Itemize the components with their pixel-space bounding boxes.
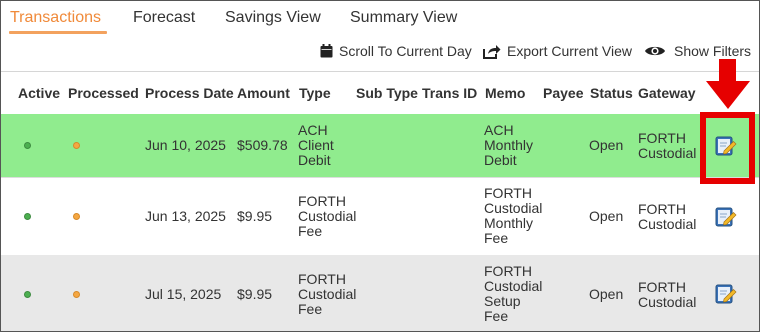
gateway-line: FORTH [638,201,686,217]
export-current-view-button[interactable]: Export Current View [483,43,632,59]
gateway-cell: FORTH Custodial [638,202,696,232]
memo-line: Fee [484,230,509,246]
tab-savings-view[interactable]: Savings View [225,9,321,27]
column-header-payee[interactable]: Payee [543,85,583,101]
process-date-cell: Jun 10, 2025 [145,137,226,153]
calendar-icon [320,44,333,58]
gateway-cell: FORTH Custodial [638,131,696,161]
type-line: Fee [298,301,323,317]
annotation-arrow-icon [706,59,750,114]
column-header-amount[interactable]: Amount [237,85,290,101]
memo-line: FORTH [484,263,532,279]
status-cell: Open [589,286,624,302]
tab-summary-view[interactable]: Summary View [350,9,457,27]
column-header-process-date[interactable]: Process Date [145,85,234,101]
edit-icon[interactable] [715,206,737,228]
column-header-active[interactable]: Active [18,85,60,101]
row-divider [1,177,759,178]
memo-line: FORTH [484,185,532,201]
status-cell: Open [589,137,624,153]
scroll-to-current-day-button[interactable]: Scroll To Current Day [320,43,472,59]
column-header-trans-id[interactable]: Trans ID [422,85,477,101]
processed-status-dot [73,291,80,298]
memo-line: Monthly [484,215,534,231]
type-line: Custodial [298,286,357,302]
type-line: Debit [298,152,331,168]
memo-line: ACH [484,122,514,138]
active-status-dot [24,213,31,220]
type-line: Client [298,137,334,153]
type-cell: ACH Client Debit [298,123,334,168]
memo-line: Custodial [484,200,543,216]
memo-line: Debit [484,152,517,168]
column-header-gateway[interactable]: Gateway [638,85,696,101]
memo-line: Custodial [484,278,543,294]
memo-line: Monthly [484,137,534,153]
amount-cell: $509.78 [237,137,288,153]
type-line: FORTH [298,271,346,287]
type-line: ACH [298,122,328,138]
column-header-sub-type[interactable]: Sub Type [356,85,418,101]
app-frame: Transactions Forecast Savings View Summa… [0,0,760,332]
memo-cell: ACH Monthly Debit [484,123,533,168]
active-tab-indicator [9,31,107,34]
processed-status-dot [73,142,80,149]
edit-icon[interactable] [715,283,737,305]
type-line: Custodial [298,208,357,224]
tab-bar: Transactions Forecast Savings View Summa… [1,1,759,37]
memo-cell: FORTH Custodial Setup Fee [484,264,542,324]
memo-line: Setup [484,293,521,309]
process-date-cell: Jul 15, 2025 [145,286,222,302]
annotation-highlight-box [700,112,755,184]
active-status-dot [24,142,31,149]
show-filters-button[interactable]: Show Filters [644,43,751,59]
column-header-processed[interactable]: Processed [68,85,139,101]
show-filters-label: Show Filters [674,43,752,59]
process-date-cell: Jun 13, 2025 [145,208,226,224]
export-icon [483,44,501,59]
export-current-view-label: Export Current View [507,43,633,59]
gateway-cell: FORTH Custodial [638,280,696,310]
column-header-status[interactable]: Status [590,85,633,101]
gateway-line: Custodial [638,145,697,161]
gateway-line: Custodial [638,216,697,232]
scroll-to-current-day-label: Scroll To Current Day [339,43,472,59]
memo-cell: FORTH Custodial Monthly Fee [484,186,542,246]
gateway-line: FORTH [638,279,686,295]
amount-cell: $9.95 [237,208,273,224]
table-top-border [1,71,759,72]
type-line: Fee [298,223,323,239]
type-line: FORTH [298,193,346,209]
column-header-type[interactable]: Type [299,85,331,101]
status-cell: Open [589,208,624,224]
processed-status-dot [73,213,80,220]
column-header-memo[interactable]: Memo [485,85,525,101]
memo-line: Fee [484,308,509,324]
type-cell: FORTH Custodial Fee [298,272,356,317]
type-cell: FORTH Custodial Fee [298,194,356,239]
gateway-line: FORTH [638,130,686,146]
active-status-dot [24,291,31,298]
amount-cell: $9.95 [237,286,273,302]
eye-icon [644,44,666,58]
gateway-line: Custodial [638,294,697,310]
tab-forecast[interactable]: Forecast [133,9,195,27]
tab-transactions[interactable]: Transactions [10,9,101,27]
